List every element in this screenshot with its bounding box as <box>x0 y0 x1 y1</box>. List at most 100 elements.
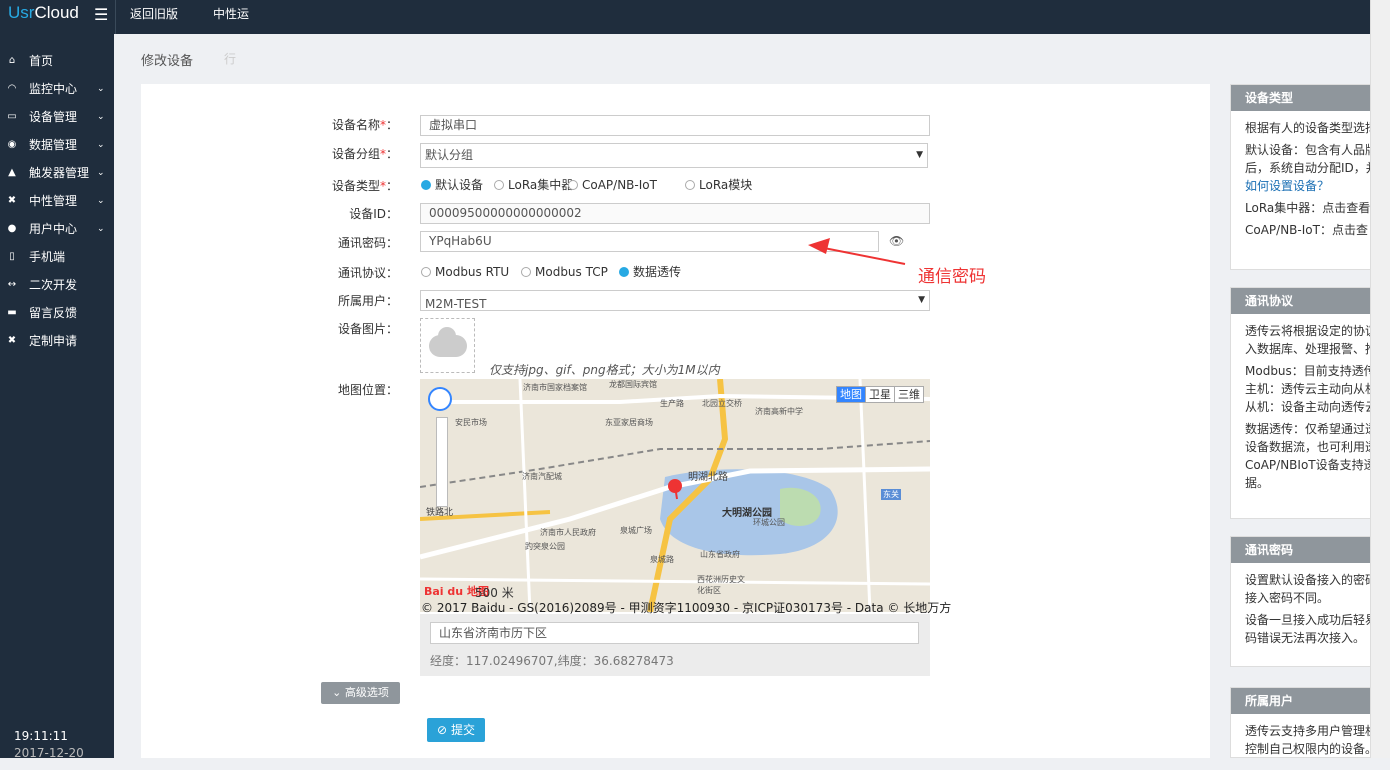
sidebar-item[interactable]: ▲ 触发器管理 ⌄ <box>0 159 114 187</box>
type-radio-default[interactable]: 默认设备 <box>421 177 483 193</box>
map-label-item: 泉城广场 <box>620 526 652 535</box>
map-label-item: 西花洲历史文化街区 <box>697 575 745 595</box>
help-panel-title: 通讯协议 <box>1231 288 1374 314</box>
advanced-options-button[interactable]: ⌄ 高级选项 <box>321 682 400 704</box>
mobile-icon: ▯ <box>9 251 15 262</box>
how-to-setup-link[interactable]: 如何设置设备？ <box>1245 177 1374 195</box>
map-type-map[interactable]: 地图 <box>837 387 865 402</box>
map-type-satellite[interactable]: 卫星 <box>865 387 894 402</box>
address-input[interactable]: 山东省济南市历下区 <box>430 622 919 644</box>
map-type-3d[interactable]: 三维 <box>894 387 923 402</box>
annotation-arrow-icon <box>808 238 906 265</box>
radio-checked-icon <box>421 180 431 190</box>
chevron-down-icon: ▼ <box>918 295 925 305</box>
sidebar-item-label: 用户中心 <box>29 222 78 236</box>
device-id-field[interactable]: 00009500000000000002 <box>420 203 930 224</box>
home-icon: ⌂ <box>8 55 16 66</box>
help-panel-title: 所属用户 <box>1231 688 1374 714</box>
radio-icon <box>568 180 578 190</box>
submit-button[interactable]: ⊘ 提交 <box>427 718 485 742</box>
type-radio-coap[interactable]: CoAP/NB-IoT <box>568 177 657 193</box>
sidebar-item[interactable]: ▬ 留言反馈 <box>0 299 114 327</box>
map-label-item: 东亚家居商场 <box>605 418 653 427</box>
page-scrollbar[interactable] <box>1370 0 1390 758</box>
type-radio-lora-gateway[interactable]: LoRa集中器 <box>494 177 573 193</box>
help-line: 设备一旦接入成功后轻易 <box>1245 613 1374 627</box>
map-pan-control[interactable] <box>428 387 452 411</box>
sidebar-item[interactable]: ⌂ 首页 <box>0 47 114 75</box>
coordinates-text: 经度：117.02496707,纬度：36.68278473 <box>430 654 674 668</box>
bell-icon: ▲ <box>8 167 16 178</box>
help-line: 设置默认设备接入的密码 <box>1245 573 1374 587</box>
proto-radio-modbus-tcp[interactable]: Modbus TCP <box>521 264 608 280</box>
sidebar-item[interactable]: ◉ 数据管理 ⌄ <box>0 131 114 159</box>
coap-link[interactable]: CoAP/NB-IoT：点击查 <box>1245 221 1374 239</box>
sidebar-item[interactable]: ▭ 设备管理 ⌄ <box>0 103 114 131</box>
zoom-slider[interactable] <box>436 417 448 507</box>
image-hint: 仅支持jpg、gif、png格式；大小为1M以内 <box>489 363 720 377</box>
protocol-label: 通讯协议： <box>337 266 398 280</box>
device-group-select[interactable]: 默认分组 ▼ <box>420 143 928 168</box>
page-title: 修改设备 <box>141 54 194 69</box>
cloud-upload-icon <box>429 327 467 357</box>
map-roads <box>420 379 930 612</box>
chevron-down-icon: ⌄ <box>97 224 105 234</box>
image-upload[interactable] <box>420 318 475 373</box>
help-panel-owner: 所属用户 透传云支持多用户管理机 控制自己权限内的设备。 <box>1230 687 1375 758</box>
map-label-item: 东关 <box>881 489 901 500</box>
sidebar-item-label: 数据管理 <box>29 138 78 152</box>
help-line: Modbus：目前支持透传 <box>1245 364 1374 378</box>
map-label-item: 明湖北路 <box>688 472 728 483</box>
neutral-ops-link[interactable]: 中性运 <box>213 0 249 34</box>
annotation-text: 通信密码 <box>918 267 986 287</box>
help-line: 接入密码不同。 <box>1245 591 1330 605</box>
sidebar: ⌂ 首页 ◠ 监控中心 ⌄ ▭ 设备管理 ⌄ ◉ 数据管理 ⌄ ▲ 触发器管理 ⌄ ✖ 中性管理 ⌄ ● 用户中心 ⌄… <box>0 34 114 760</box>
device-icon: ▭ <box>7 111 17 122</box>
sidebar-item-label: 定制申请 <box>29 334 78 348</box>
map-label-item: 山东省政府 <box>700 550 740 559</box>
sidebar-item[interactable]: ✖ 中性管理 ⌄ <box>0 187 114 215</box>
map-label: 地图位置： <box>337 383 398 397</box>
map-label-item: 济南市国家档案馆 <box>523 383 587 392</box>
top-bar: UsrCloud ☰ 返回旧版 中性运 <box>0 0 1370 34</box>
sidebar-item[interactable]: ↔ 二次开发 <box>0 271 114 299</box>
radio-icon <box>421 267 431 277</box>
password-label: 通讯密码： <box>337 236 398 250</box>
help-line: 默认设备：包含有人品牌 <box>1245 143 1374 157</box>
map-label-item: 济南高新中学 <box>755 407 803 416</box>
chevron-down-icon: ▼ <box>916 150 923 160</box>
help-line: 透传云将根据设定的协议 <box>1245 324 1374 338</box>
proto-radio-transparent[interactable]: 数据透传 <box>619 264 681 280</box>
chevron-down-icon: ⌄ <box>97 84 105 94</box>
map-label-item: 趵突泉公园 <box>525 542 565 551</box>
help-line: 透传云支持多用户管理机 <box>1245 724 1374 738</box>
old-version-link[interactable]: 返回旧版 <box>130 0 178 34</box>
image-label: 设备图片： <box>337 322 398 336</box>
owner-select[interactable]: M2M-TEST ▼ <box>420 290 930 311</box>
menu-toggle-icon[interactable]: ☰ <box>94 5 108 24</box>
sidebar-item-label: 中性管理 <box>29 194 78 208</box>
sidebar-item[interactable]: ▯ 手机端 <box>0 243 114 271</box>
device-name-input[interactable]: 虚拟串口 <box>420 115 930 136</box>
lora-gateway-link[interactable]: LoRa集中器：点击查看 <box>1245 199 1374 217</box>
type-radio-lora-module[interactable]: LoRa模块 <box>685 177 752 193</box>
wrench-icon: ✖ <box>7 335 17 346</box>
map-view[interactable]: 济南市国家档案馆 龙都国际宾馆 生产路 北园立交桥 济南高新中学 安民市场 东亚… <box>420 379 930 612</box>
help-line: CoAP/NBIoT设备支持透 <box>1245 458 1374 472</box>
sidebar-item-label: 留言反馈 <box>29 306 78 320</box>
sidebar-item[interactable]: ✖ 定制申请 <box>0 327 114 355</box>
help-line: 从机：设备主动向透传云 <box>1245 400 1374 414</box>
help-line: 设备数据流，也可利用透 <box>1245 440 1374 454</box>
radio-icon <box>494 180 504 190</box>
map-type-toggle: 地图 卫星 三维 <box>836 386 924 403</box>
map-label-item: 北园立交桥 <box>702 399 742 408</box>
map-label-item: 济南市人民政府 <box>540 528 596 537</box>
radio-checked-icon <box>619 267 629 277</box>
sidebar-item-label: 设备管理 <box>29 110 78 124</box>
device-group-label: 设备分组*： <box>331 147 398 161</box>
proto-radio-modbus-rtu[interactable]: Modbus RTU <box>421 264 509 280</box>
radio-icon <box>685 180 695 190</box>
sidebar-item[interactable]: ● 用户中心 ⌄ <box>0 215 114 243</box>
sidebar-item[interactable]: ◠ 监控中心 ⌄ <box>0 75 114 103</box>
logo[interactable]: UsrCloud <box>8 3 79 23</box>
